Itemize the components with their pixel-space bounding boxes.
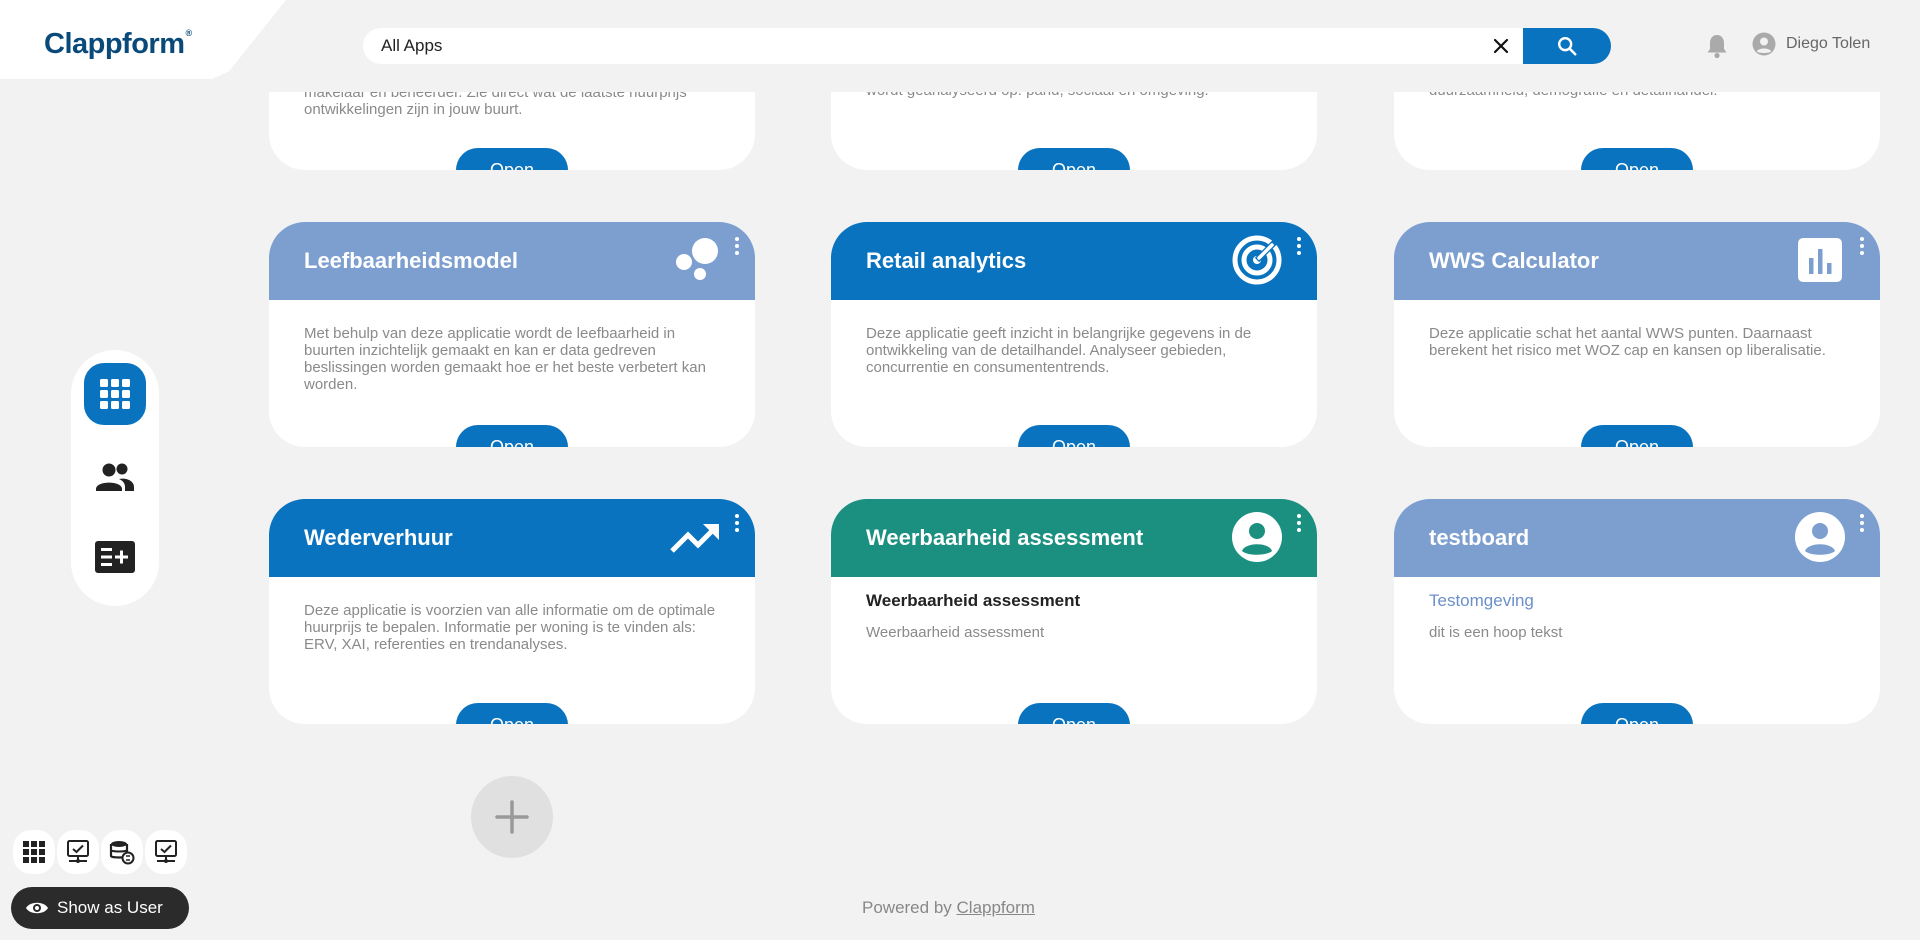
app-card-wws-calculator: WWS Calculator Deze applicatie schat het… [1394,222,1880,447]
top-header: Clappform® Diego Tolen [0,0,1920,92]
more-vertical-icon[interactable] [733,513,741,533]
more-vertical-icon[interactable] [1858,513,1866,533]
logo-text: Clappform [44,28,185,60]
bubbles-icon [676,238,718,280]
search-button[interactable] [1523,28,1611,64]
nav-add-list-button[interactable] [84,526,146,588]
card-header: Weerbaarheid assessment [831,499,1317,577]
clappform-logo[interactable]: Clappform® [44,28,192,61]
side-navigation [71,350,159,606]
powered-by-text: Powered by [862,898,952,917]
card-title: Leefbaarheidsmodel [304,248,518,273]
open-button[interactable]: Open [1018,148,1130,170]
deploy-check-icon [67,840,89,863]
open-button[interactable]: Open [1018,425,1130,447]
dev-publish-check-button[interactable] [145,830,187,874]
card-header: WWS Calculator [1394,222,1880,300]
user-name: Diego Tolen [1786,35,1871,52]
open-button[interactable]: Open [456,425,568,447]
card-description: Deze applicatie schat het aantal WWS pun… [1429,325,1826,359]
dev-deploy-check-button[interactable] [57,830,99,874]
dev-apps-grid-button[interactable] [13,830,55,874]
more-vertical-icon[interactable] [733,236,741,256]
users-group-icon [96,463,134,491]
target-icon [1232,235,1282,285]
clear-search-icon[interactable] [1489,34,1513,58]
nav-users-button[interactable] [84,446,146,508]
clappform-link[interactable]: Clappform [957,898,1035,917]
card-title: Wederverhuur [304,525,453,550]
powered-by-footer: Powered by Clappform [862,898,1035,918]
more-vertical-icon[interactable] [1858,236,1866,256]
nav-apps-button[interactable] [84,363,146,425]
card-header: Leefbaarheidsmodel [269,222,755,300]
card-description: Met behulp van deze applicatie wordt de … [304,325,706,393]
database-sync-icon [109,841,135,865]
dev-database-sync-button[interactable] [101,830,143,874]
open-button[interactable]: Open [1018,703,1130,724]
search-icon [1558,37,1577,56]
card-title: Retail analytics [866,248,1027,273]
search-input[interactable] [381,28,1461,64]
plus-icon [495,800,529,834]
card-header: testboard [1394,499,1880,577]
app-card-retail-analytics: Retail analytics Deze applicatie geeft i… [831,222,1317,447]
card-title: Weerbaarheid assessment [866,525,1144,550]
user-avatar-icon [1232,512,1282,562]
add-app-button[interactable] [471,776,553,858]
card-description: Deze applicatie is voorzien van alle inf… [304,602,716,653]
app-card-weerbaarheid-assessment: Weerbaarheid assessment Weerbaarheid ass… [831,499,1317,724]
open-button[interactable]: Open [456,703,568,724]
user-avatar-icon [1752,32,1776,56]
open-button[interactable]: Open [1581,703,1693,724]
card-title: testboard [1429,525,1530,550]
card-subtitle-link[interactable]: Testomgeving [1429,591,1534,611]
search-bar [363,28,1523,64]
card-description: dit is een hoop tekst [1429,624,1563,641]
card-description: Deze applicatie geeft inzicht in belangr… [866,325,1252,376]
notifications-bell-icon[interactable] [1705,33,1729,59]
more-vertical-icon[interactable] [1295,236,1303,256]
apps-grid-icon [100,379,130,409]
app-card-leefbaarheidsmodel: Leefbaarheidsmodel Met behulp van deze a… [269,222,755,447]
user-menu[interactable]: Diego Tolen [1752,32,1870,56]
card-header: Retail analytics [831,222,1317,300]
card-subtitle: Weerbaarheid assessment [866,591,1081,610]
eye-icon [26,902,48,914]
open-button[interactable]: Open [1581,148,1693,170]
open-button[interactable]: Open [456,148,568,170]
card-header: Wederverhuur [269,499,755,577]
show-as-user-button[interactable]: Show as User [11,887,189,929]
more-vertical-icon[interactable] [1295,513,1303,533]
user-avatar-icon [1795,512,1845,562]
trending-up-icon [670,524,719,553]
add-list-icon [95,541,135,573]
bar-chart-icon [1798,238,1842,282]
app-card-testboard: testboard Testomgeving dit is een hoop t… [1394,499,1880,724]
app-card-wederverhuur: Wederverhuur Deze applicatie is voorzien… [269,499,755,724]
logo-registered-mark: ® [185,28,193,38]
card-description: Weerbaarheid assessment [866,624,1045,641]
apps-grid-icon [23,841,45,863]
open-button[interactable]: Open [1581,425,1693,447]
show-as-user-label: Show as User [57,898,163,917]
card-title: WWS Calculator [1429,248,1599,273]
publish-check-icon [155,840,177,863]
